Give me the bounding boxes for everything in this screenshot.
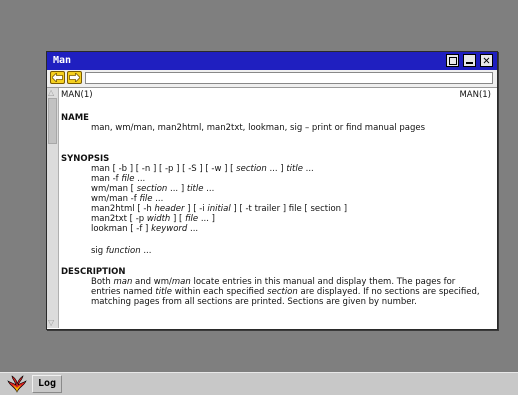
close-button[interactable]: ✕ (480, 54, 493, 67)
back-button[interactable] (50, 71, 65, 84)
taskbar-item-log[interactable]: Log (32, 375, 62, 393)
scroll-up-icon[interactable]: △ (48, 89, 54, 97)
section-heading-description: DESCRIPTION (61, 267, 126, 277)
minimize-button[interactable] (463, 54, 476, 67)
inferno-logo-icon[interactable] (6, 375, 28, 393)
synopsis-line: wm/man [ section ... ] title ... (91, 184, 215, 194)
window-title: Man (53, 55, 72, 66)
man-window: Man ✕ △ ▽ MAN(1) MAN(1) NAME man, wm/man… (46, 51, 498, 330)
vertical-scrollbar[interactable]: △ ▽ (47, 88, 59, 328)
name-body: man, wm/man, man2html, man2txt, lookman,… (91, 123, 425, 133)
man-page-content: MAN(1) MAN(1) NAME man, wm/man, man2html… (61, 89, 493, 327)
description-body: Both man and wm/man locate entries in th… (91, 277, 480, 307)
page-header-right: MAN(1) (459, 90, 491, 100)
synopsis-line: lookman [ -f ] keyword ... (91, 224, 199, 234)
scroll-down-icon[interactable]: ▽ (48, 319, 54, 327)
synopsis-line: man2txt [ -p width ] [ file ... ] (91, 214, 215, 224)
scroll-thumb[interactable] (48, 98, 57, 144)
synopsis-line: man2html [ -h header ] [ -i initial ] [ … (91, 204, 348, 214)
section-heading-synopsis: SYNOPSIS (61, 154, 110, 164)
synopsis-line: man [ -b ] [ -n ] [ -p ] [ -S ] [ -w ] [… (91, 164, 314, 174)
page-header-left: MAN(1) (61, 90, 93, 100)
forward-arrow-icon (69, 73, 80, 82)
synopsis-line: man -f file ... (91, 174, 146, 184)
synopsis-line: sig function ... (91, 246, 152, 256)
forward-button[interactable] (67, 71, 82, 84)
address-input[interactable] (85, 72, 493, 84)
back-arrow-icon (52, 73, 63, 82)
synopsis-line: wm/man -f file ... (91, 194, 164, 204)
title-bar[interactable]: Man ✕ (47, 52, 497, 70)
taskbar: Log (0, 372, 518, 395)
section-heading-name: NAME (61, 113, 89, 123)
maximize-button[interactable] (446, 54, 459, 67)
toolbar (47, 70, 497, 88)
